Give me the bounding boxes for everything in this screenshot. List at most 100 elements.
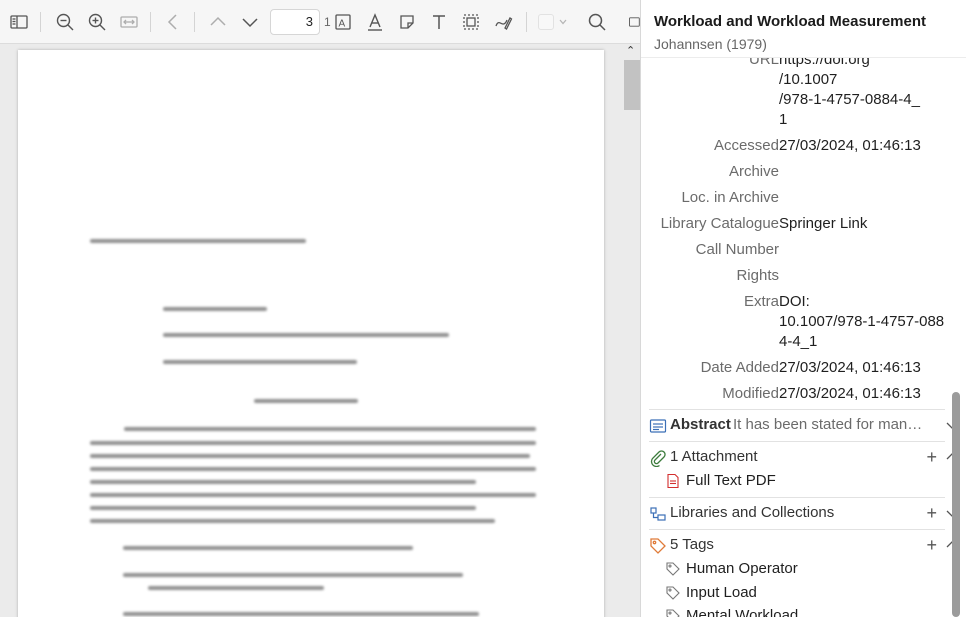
zoom-out-button[interactable] (52, 9, 78, 35)
previous-page-button[interactable] (205, 9, 231, 35)
item-subtitle: Johannsen (1979) (654, 36, 767, 52)
attachments-section-header[interactable]: 1 Attachment + (649, 445, 958, 471)
item-title: Workload and Workload Measurement (654, 13, 926, 30)
abstract-icon (649, 419, 667, 433)
attachments-title: 1 Attachment (670, 448, 758, 465)
item-pane: Workload and Workload Measurement Johann… (640, 0, 966, 617)
field-value[interactable]: 27/03/2024, 01:46:13 (779, 136, 947, 156)
attachment-name: Full Text PDF (686, 472, 776, 489)
tags-section-header[interactable]: 5 Tags + (649, 533, 958, 559)
chevron-left-icon (167, 14, 177, 30)
section-divider (649, 529, 945, 530)
color-picker-button[interactable] (538, 11, 572, 33)
add-to-collection-button[interactable]: + (926, 503, 937, 523)
reader-window: 3 1 A ⌃ Workload and Workload Measuremen… (0, 0, 966, 617)
add-text-button[interactable] (426, 9, 452, 35)
page-text-blur (90, 493, 536, 497)
field-label: Accessed (713, 137, 779, 154)
reader-toolbar: 3 1 A (0, 0, 640, 44)
field-value: 27/03/2024, 01:46:13 (779, 359, 921, 376)
fit-width-button[interactable] (116, 9, 142, 35)
page-text-blur (148, 586, 324, 590)
page-text-blur (123, 546, 413, 550)
pdf-page (18, 50, 604, 617)
toolbar-divider (194, 12, 195, 32)
area-select-icon (463, 14, 479, 30)
fit-width-icon (120, 16, 138, 28)
select-text-button[interactable]: A (330, 9, 356, 35)
back-button[interactable] (160, 9, 186, 35)
chevron-down-icon (559, 19, 567, 25)
field-label: Call Number (695, 241, 779, 258)
next-page-button[interactable] (237, 9, 263, 35)
page-text-blur (123, 612, 479, 616)
highlight-icon (368, 13, 382, 31)
add-note-button[interactable] (394, 9, 420, 35)
draw-button[interactable] (490, 9, 516, 35)
section-divider (649, 441, 945, 442)
page-text-blur (90, 467, 536, 471)
sidebar-icon (10, 15, 28, 29)
tag-icon (650, 538, 666, 554)
page-text-blur (90, 441, 536, 445)
field-label: Modified (722, 385, 779, 402)
page-text-blur (90, 506, 476, 510)
page-text-blur (123, 573, 463, 577)
select-area-button[interactable] (458, 9, 484, 35)
toggle-sidebar-button[interactable] (6, 9, 32, 35)
libraries-title: Libraries and Collections (670, 504, 835, 521)
text-icon (433, 15, 445, 29)
note-icon (400, 15, 414, 29)
toolbar-divider (526, 12, 527, 32)
field-value[interactable]: Springer Link (779, 214, 947, 234)
page-text-blur (90, 519, 495, 523)
libraries-section-header[interactable]: Libraries and Collections + (649, 501, 958, 527)
highlight-text-button[interactable] (362, 9, 388, 35)
tag-label: Human Operator (686, 560, 798, 577)
zoom-out-icon (56, 13, 74, 31)
pdf-viewer: 3 1 A ⌃ (0, 0, 640, 617)
field-label: Extra (743, 293, 779, 310)
chevron-up-icon (210, 16, 226, 26)
tag-label: Mental Workload (686, 607, 799, 617)
field-value[interactable]: https://doi.org /10.1007 /978-1-4757-088… (779, 50, 947, 130)
toggle-context-pane-button[interactable] (626, 9, 640, 35)
section-divider (649, 409, 945, 410)
find-button[interactable] (584, 9, 610, 35)
color-swatch (538, 14, 554, 30)
context-pane-icon (629, 17, 640, 27)
chevron-down-icon (242, 18, 258, 28)
field-label: Date Added (700, 359, 779, 376)
field-label: Library Catalogue (660, 215, 779, 232)
tag-icon (666, 562, 680, 576)
scroll-up-icon[interactable]: ⌃ (626, 44, 635, 57)
library-icon (650, 507, 666, 521)
field-label: Loc. in Archive (681, 189, 779, 206)
page-number-input[interactable]: 3 (270, 9, 320, 35)
page-text-blur (163, 307, 267, 311)
item-pane-header: Workload and Workload Measurement Johann… (641, 0, 966, 58)
viewer-scrollbar[interactable] (622, 44, 640, 617)
add-attachment-button[interactable]: + (926, 447, 937, 467)
page-text-blur (163, 360, 357, 364)
paperclip-icon (650, 450, 666, 467)
zoom-in-icon (88, 13, 106, 31)
abstract-section-header[interactable]: Abstract It has been stated for many… (649, 413, 958, 439)
field-value[interactable]: DOI: 10.1007/978-1-4757-088 4-4_1 (779, 292, 947, 352)
tag-icon (666, 586, 680, 600)
page-text-blur (90, 480, 476, 484)
section-divider (649, 497, 945, 498)
svg-text:A: A (339, 19, 346, 30)
pdf-file-icon (667, 473, 679, 489)
item-pane-scrollbar-thumb[interactable] (952, 392, 960, 617)
viewer-scrollbar-thumb[interactable] (624, 60, 640, 110)
abstract-preview: It has been stated for many… (733, 416, 926, 433)
tag-label: Input Load (686, 584, 757, 601)
search-icon (588, 13, 606, 31)
toolbar-divider (40, 12, 41, 32)
field-value: 27/03/2024, 01:46:13 (779, 385, 921, 402)
add-tag-button[interactable]: + (926, 535, 937, 555)
tag-icon (666, 609, 680, 617)
page-text-blur (124, 427, 536, 431)
zoom-in-button[interactable] (84, 9, 110, 35)
